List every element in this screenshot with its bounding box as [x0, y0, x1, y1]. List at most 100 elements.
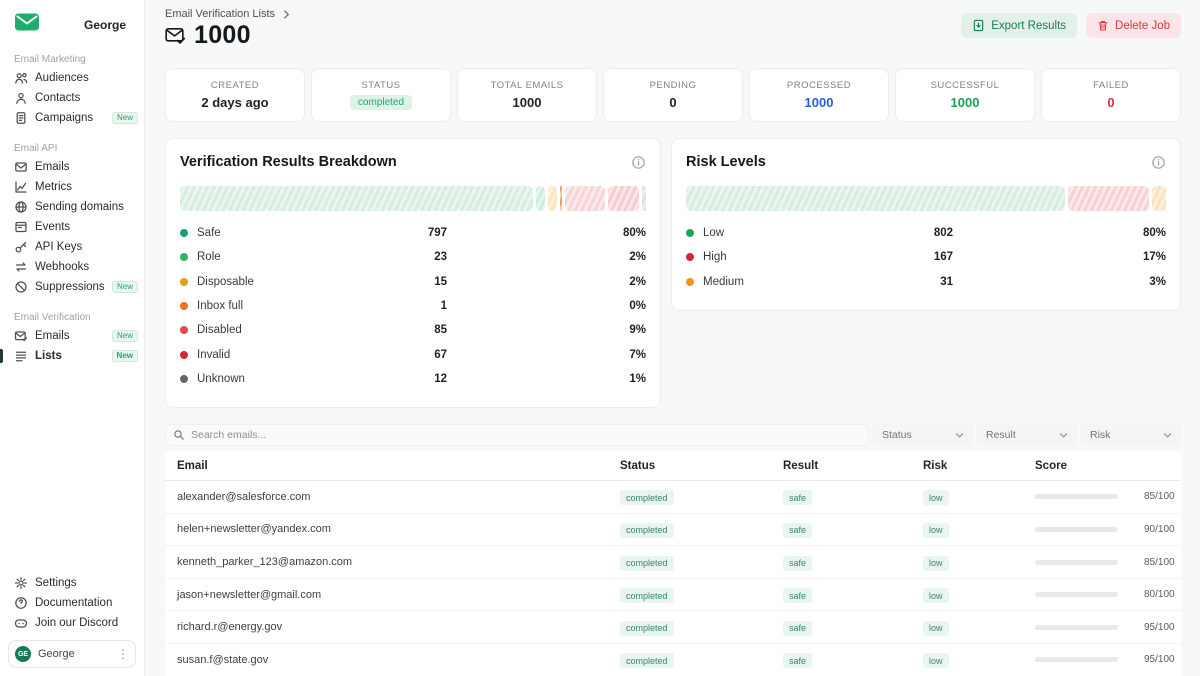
sidebar-item-campaigns[interactable]: Campaigns New: [0, 108, 144, 128]
table-row[interactable]: kenneth_parker_123@amazon.com completed …: [165, 546, 1181, 579]
score-bar: [1035, 560, 1118, 565]
sidebar-item-sending-domains[interactable]: Sending domains: [0, 197, 144, 217]
sidebar-item-discord[interactable]: Join our Discord: [0, 613, 144, 633]
score-label: 80/100: [1144, 589, 1175, 600]
stat-label: SUCCESSFUL: [931, 80, 1000, 91]
table-row[interactable]: susan.f@state.gov completed safe low 95/…: [165, 644, 1181, 676]
legend-percent: 1%: [629, 373, 646, 385]
legend-dot: [180, 302, 188, 310]
table-row[interactable]: helen+newsletter@yandex.com completed sa…: [165, 514, 1181, 547]
sidebar-item-emails-verification[interactable]: Emails New: [0, 326, 144, 346]
sidebar-item-emails-api[interactable]: Emails: [0, 157, 144, 177]
sidebar-item-settings[interactable]: Settings: [0, 573, 144, 593]
sidebar-item-webhooks[interactable]: Webhooks: [0, 257, 144, 277]
sidebar-item-suppressions[interactable]: Suppressions New: [0, 277, 144, 297]
legend-label: Medium: [703, 276, 893, 288]
table-row[interactable]: alexander@salesforce.com completed safe …: [165, 481, 1181, 514]
status-pill: completed: [620, 653, 674, 668]
sidebar-footer: Settings Documentation Join our Discord …: [0, 573, 144, 668]
breadcrumb-link[interactable]: Email Verification Lists: [165, 8, 275, 20]
workspace-selector[interactable]: George: [84, 18, 126, 32]
score-cell: 80/100: [1035, 589, 1181, 600]
sidebar-item-label: Audiences: [35, 72, 89, 84]
legend-percent: 2%: [629, 276, 646, 288]
column-header-email: Email: [165, 460, 620, 472]
sidebar-item-label: Lists: [35, 350, 62, 362]
bar-segment-unknown: [642, 186, 646, 211]
breakdown-stacked-bar: [180, 186, 646, 211]
bar-segment-safe: [180, 186, 533, 211]
legend-label: Low: [703, 227, 893, 239]
legend-row-low: Low 802 80%: [686, 221, 1166, 245]
risk-pill: low: [923, 588, 949, 603]
stat-value: 2 days ago: [201, 95, 268, 110]
stat-card-created: CREATED 2 days ago: [165, 68, 305, 122]
sidebar-item-api-keys[interactable]: API Keys: [0, 237, 144, 257]
delete-job-button[interactable]: Delete Job: [1086, 13, 1181, 38]
section-label-email-api: Email API: [0, 143, 144, 154]
legend-label: Safe: [197, 227, 387, 239]
table-row[interactable]: jason+newsletter@gmail.com completed saf…: [165, 579, 1181, 612]
user-menu[interactable]: GE George ⋮: [8, 640, 136, 668]
risk-stacked-bar: [686, 186, 1166, 211]
bar-segment-role: [536, 186, 545, 211]
sidebar: George Email Marketing Audiences Contact…: [0, 0, 145, 676]
stat-value: 0: [1107, 95, 1114, 110]
sidebar-item-label: Webhooks: [35, 261, 89, 273]
avatar: GE: [15, 646, 31, 662]
status-pill: completed: [620, 621, 674, 636]
new-badge: New: [112, 281, 138, 294]
select-label: Status: [882, 429, 912, 441]
chevron-down-icon: [1163, 432, 1172, 439]
result-pill: safe: [783, 588, 812, 603]
legend-count: 167: [893, 251, 953, 263]
chevron-down-icon: [1059, 432, 1068, 439]
sidebar-item-lists[interactable]: Lists New: [0, 346, 144, 366]
table-row[interactable]: richard.r@energy.gov completed safe low …: [165, 611, 1181, 644]
legend-label: Disposable: [197, 276, 387, 288]
risk-title: Risk Levels: [686, 154, 766, 170]
stat-value: 0: [669, 95, 676, 110]
stat-label: FAILED: [1093, 80, 1129, 91]
page-title: 1000: [194, 21, 251, 50]
sidebar-item-metrics[interactable]: Metrics: [0, 177, 144, 197]
globe-icon: [14, 200, 28, 214]
risk-filter-select[interactable]: Risk: [1081, 424, 1181, 446]
export-results-button[interactable]: Export Results: [961, 13, 1077, 38]
search-icon: [173, 429, 185, 441]
section-label-email-marketing: Email Marketing: [0, 54, 144, 65]
sidebar-item-events[interactable]: Events: [0, 217, 144, 237]
legend-percent: 0%: [629, 300, 646, 312]
search-box[interactable]: [165, 424, 869, 446]
results-table: Email Status Result Risk Score alexander…: [165, 451, 1181, 676]
envelope-check-icon: [14, 329, 28, 343]
info-icon[interactable]: [1151, 155, 1166, 170]
search-input[interactable]: [191, 429, 861, 441]
legend-percent: 80%: [1143, 227, 1166, 239]
legend-label: Invalid: [197, 349, 387, 361]
download-icon: [972, 19, 985, 32]
legend-label: Unknown: [197, 373, 387, 385]
sidebar-item-audiences[interactable]: Audiences: [0, 68, 144, 88]
status-pill: completed: [620, 556, 674, 571]
legend-count: 67: [387, 349, 447, 361]
legend-percent: 17%: [1143, 251, 1166, 263]
result-filter-select[interactable]: Result: [977, 424, 1077, 446]
kebab-menu-icon[interactable]: ⋮: [117, 649, 129, 659]
sidebar-item-label: Metrics: [35, 181, 72, 193]
info-icon[interactable]: [631, 155, 646, 170]
sidebar-item-label: API Keys: [35, 241, 82, 253]
app-logo-icon[interactable]: [14, 12, 40, 37]
result-pill: safe: [783, 523, 812, 538]
legend-row-inbox-full: Inbox full 1 0%: [180, 294, 646, 318]
delete-button-label: Delete Job: [1115, 20, 1170, 32]
sidebar-item-contacts[interactable]: Contacts: [0, 88, 144, 108]
risk-pill: low: [923, 556, 949, 571]
status-filter-select[interactable]: Status: [873, 424, 973, 446]
webhooks-icon: [14, 260, 28, 274]
email-cell: kenneth_parker_123@amazon.com: [165, 556, 620, 568]
sidebar-item-label: Contacts: [35, 92, 80, 104]
legend-count: 802: [893, 227, 953, 239]
sidebar-item-documentation[interactable]: Documentation: [0, 593, 144, 613]
legend-row-medium: Medium 31 3%: [686, 270, 1166, 294]
